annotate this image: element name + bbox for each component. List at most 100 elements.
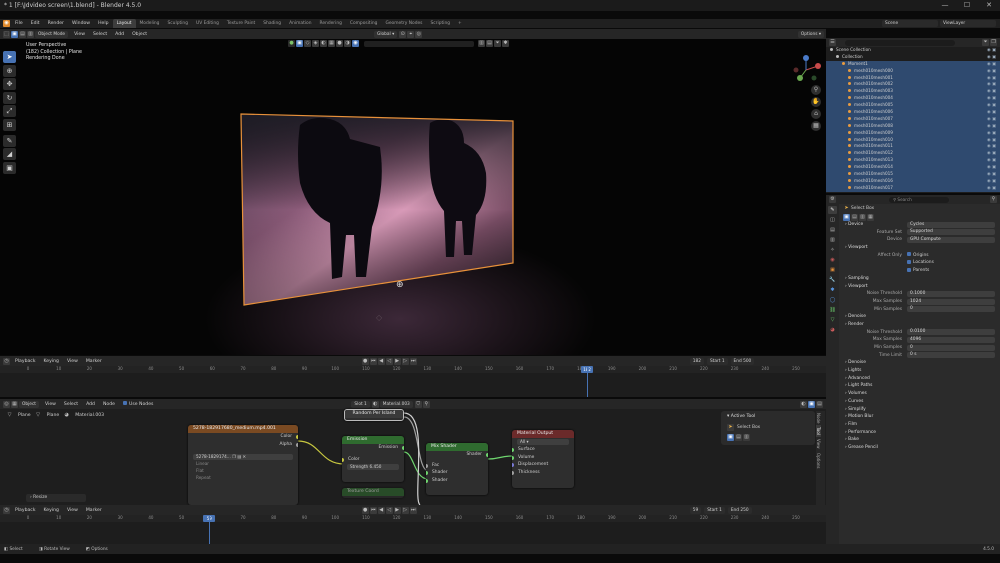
visibility-eye-icon[interactable]: ◉ ▣ bbox=[987, 164, 996, 171]
visibility-icon[interactable]: ▥ bbox=[478, 40, 485, 47]
bottom-play-icon[interactable]: ▶ bbox=[393, 506, 401, 514]
outliner-row[interactable]: mesh010mesh003 ◉ ▣ bbox=[826, 88, 1000, 96]
props-row[interactable]: › Advanced bbox=[839, 375, 1000, 383]
tool-props-tab-icon[interactable]: ✎ bbox=[828, 206, 837, 214]
tab-layout[interactable]: Layout bbox=[112, 19, 136, 28]
props-field-value[interactable]: 4096 bbox=[907, 337, 995, 344]
image-output-color[interactable]: Color bbox=[188, 433, 298, 441]
props-section-header[interactable]: › Denoise bbox=[839, 360, 866, 365]
visibility-eye-icon[interactable]: ◉ ▣ bbox=[987, 47, 996, 54]
new-collection-icon[interactable]: ❐ bbox=[990, 39, 997, 46]
props-row[interactable]: › Denoise bbox=[839, 359, 1000, 367]
props-section-header[interactable]: › Motion Blur bbox=[839, 414, 873, 419]
select-set-icon[interactable]: ▣ bbox=[727, 434, 734, 441]
gizmo-neg-x-icon[interactable] bbox=[793, 67, 799, 73]
props-section-header[interactable]: › Lights bbox=[839, 368, 861, 373]
image-extension-field[interactable]: Repeat bbox=[193, 475, 293, 481]
props-checkbox[interactable]: Origins bbox=[907, 252, 929, 260]
mix-output-shader[interactable]: Shader bbox=[426, 451, 488, 459]
active-tool-row[interactable]: ➤ Select Box bbox=[721, 424, 815, 431]
output-input-thickness[interactable]: Thickness bbox=[512, 469, 574, 477]
object-props-tab-icon[interactable]: ▣ bbox=[828, 266, 837, 274]
props-section-header[interactable]: › Grease Pencil bbox=[839, 445, 878, 450]
modifier-props-tab-icon[interactable]: 🔧 bbox=[828, 276, 837, 284]
props-row[interactable]: › Curves bbox=[839, 398, 1000, 406]
props-field-value[interactable]: 0 bbox=[907, 306, 995, 313]
tab-compositing[interactable]: Compositing bbox=[346, 19, 382, 28]
mix-input-fac[interactable]: Fac bbox=[426, 462, 488, 470]
outliner-row[interactable]: mesh010mesh006 ◉ ▣ bbox=[826, 109, 1000, 116]
tab-texture-paint[interactable]: Texture Paint bbox=[223, 19, 259, 28]
xray-icon[interactable]: ▦ bbox=[328, 40, 335, 47]
node-snap-icon[interactable]: ▣ bbox=[808, 400, 815, 408]
timeline-bottom-editor-icon[interactable]: ◷ bbox=[3, 506, 10, 514]
play-icon[interactable]: ▶ bbox=[393, 357, 401, 365]
mode-selector[interactable]: Object Mode bbox=[35, 30, 69, 38]
outliner-row[interactable]: mesh010mesh010 ◉ ▣ bbox=[826, 136, 1000, 144]
menu-file[interactable]: File bbox=[11, 19, 27, 28]
visibility-eye-icon[interactable]: ◉ ▣ bbox=[987, 88, 996, 95]
prev-key-icon[interactable]: ◀ bbox=[377, 357, 385, 365]
props-section-header[interactable]: › Viewport bbox=[839, 245, 868, 250]
timeline-top-track[interactable]: 0 10 20 30 40 50 60 70 80 90 100 110 120 130 140 150 160… bbox=[0, 366, 826, 397]
material-output-node[interactable]: Material Output All ▾ Surface Volume Dis… bbox=[512, 430, 574, 488]
visibility-eye-icon[interactable]: ◉ ▣ bbox=[987, 116, 996, 123]
outliner-row[interactable]: mesh010mesh005 ◉ ▣ bbox=[826, 102, 1000, 110]
scene-props-tab-icon[interactable]: ✧ bbox=[828, 246, 837, 254]
props-field-value[interactable]: 0.0100 bbox=[907, 329, 995, 336]
move-tool-icon[interactable]: ✥ bbox=[3, 78, 16, 90]
tab-modeling[interactable]: Modeling bbox=[136, 19, 164, 28]
particle-props-tab-icon[interactable]: ✱ bbox=[828, 286, 837, 294]
outliner-row[interactable]: Collection ◉ ▣ bbox=[826, 54, 1000, 61]
props-section-header[interactable]: › Viewport bbox=[839, 284, 868, 289]
visibility-eye-icon[interactable]: ◉ ▣ bbox=[987, 130, 996, 137]
outliner-row[interactable]: mesh010mesh009 ◉ ▣ bbox=[826, 129, 1000, 137]
editor-type-icon[interactable]: ⬚ bbox=[3, 30, 10, 38]
mix-input-shader-1[interactable]: Shader bbox=[426, 469, 488, 477]
props-row[interactable]: › Sampling bbox=[839, 275, 1000, 283]
props-field-value[interactable]: 0 bbox=[907, 344, 995, 351]
timeline-bottom-view[interactable]: View bbox=[63, 506, 82, 515]
vp-menu-object[interactable]: Object bbox=[128, 30, 151, 39]
camera-view-icon[interactable]: ⌂ bbox=[811, 109, 821, 119]
outliner-filter-icon[interactable]: ⏷ bbox=[982, 39, 989, 46]
outliner-row[interactable]: Moment1 ◉ ▣ bbox=[826, 60, 1000, 68]
image-texture-node[interactable]: 5278-182917680_medium.mp4.001 Color Alph… bbox=[188, 425, 298, 505]
tab-rendering[interactable]: Rendering bbox=[315, 19, 345, 28]
navigation-gizmo[interactable] bbox=[790, 54, 822, 86]
visibility-eye-icon[interactable]: ◉ ▣ bbox=[987, 54, 996, 61]
blender-logo-icon[interactable]: ◉ bbox=[3, 20, 10, 27]
select-box-tool-icon[interactable]: ➤ bbox=[3, 51, 16, 63]
props-section-header[interactable]: › Volumes bbox=[839, 391, 867, 396]
data-props-tab-icon[interactable]: ▽ bbox=[828, 316, 837, 324]
props-section-header[interactable]: › Bake bbox=[839, 437, 859, 442]
output-props-tab-icon[interactable]: ▤ bbox=[828, 226, 837, 234]
random-per-island-node[interactable]: Random Per Island bbox=[344, 409, 404, 421]
props-field-value[interactable]: Supported bbox=[907, 229, 995, 236]
pan-hand-icon[interactable]: ✋ bbox=[811, 97, 821, 107]
props-section-header[interactable]: › Performance bbox=[839, 430, 876, 435]
bottom-current-frame-field[interactable]: 59 bbox=[689, 506, 702, 514]
cursor-tool-icon[interactable]: ⊕ bbox=[3, 64, 16, 77]
props-row[interactable]: › Volumes bbox=[839, 390, 1000, 398]
material-output-node-title[interactable]: Material Output bbox=[512, 430, 574, 438]
scene-selector[interactable]: Scene bbox=[882, 20, 938, 27]
vp-menu-add[interactable]: Add bbox=[111, 30, 128, 39]
maximize-button[interactable]: ☐ bbox=[956, 0, 978, 11]
play-reverse-icon[interactable]: ◁ bbox=[385, 357, 393, 365]
snap-icon[interactable]: ⌖ bbox=[407, 30, 415, 38]
outliner-row[interactable]: mesh010mesh008 ◉ ▣ bbox=[826, 122, 1000, 130]
tab-geometry-nodes[interactable]: Geometry Nodes bbox=[381, 19, 426, 28]
annotate-tool-icon[interactable]: ✎ bbox=[3, 134, 16, 147]
outliner-row[interactable]: mesh010mesh016 ◉ ▣ bbox=[826, 177, 1000, 185]
bottom-end-frame-field[interactable]: End 250 bbox=[727, 506, 752, 514]
add-workspace-button[interactable]: + bbox=[454, 19, 466, 28]
props-section-header[interactable]: › Curves bbox=[839, 399, 863, 404]
bottom-prev-key-icon[interactable]: ◀ bbox=[377, 506, 385, 514]
close-button[interactable]: ✕ bbox=[978, 0, 1000, 11]
viewlayer-selector[interactable]: ViewLayer bbox=[940, 20, 996, 27]
props-row[interactable]: › Viewport bbox=[839, 244, 1000, 252]
props-field-value[interactable]: 0 s bbox=[907, 352, 995, 359]
viewport-settings-icon[interactable]: ✱ bbox=[502, 40, 509, 47]
timeline-top-keying[interactable]: Keying bbox=[40, 357, 63, 366]
